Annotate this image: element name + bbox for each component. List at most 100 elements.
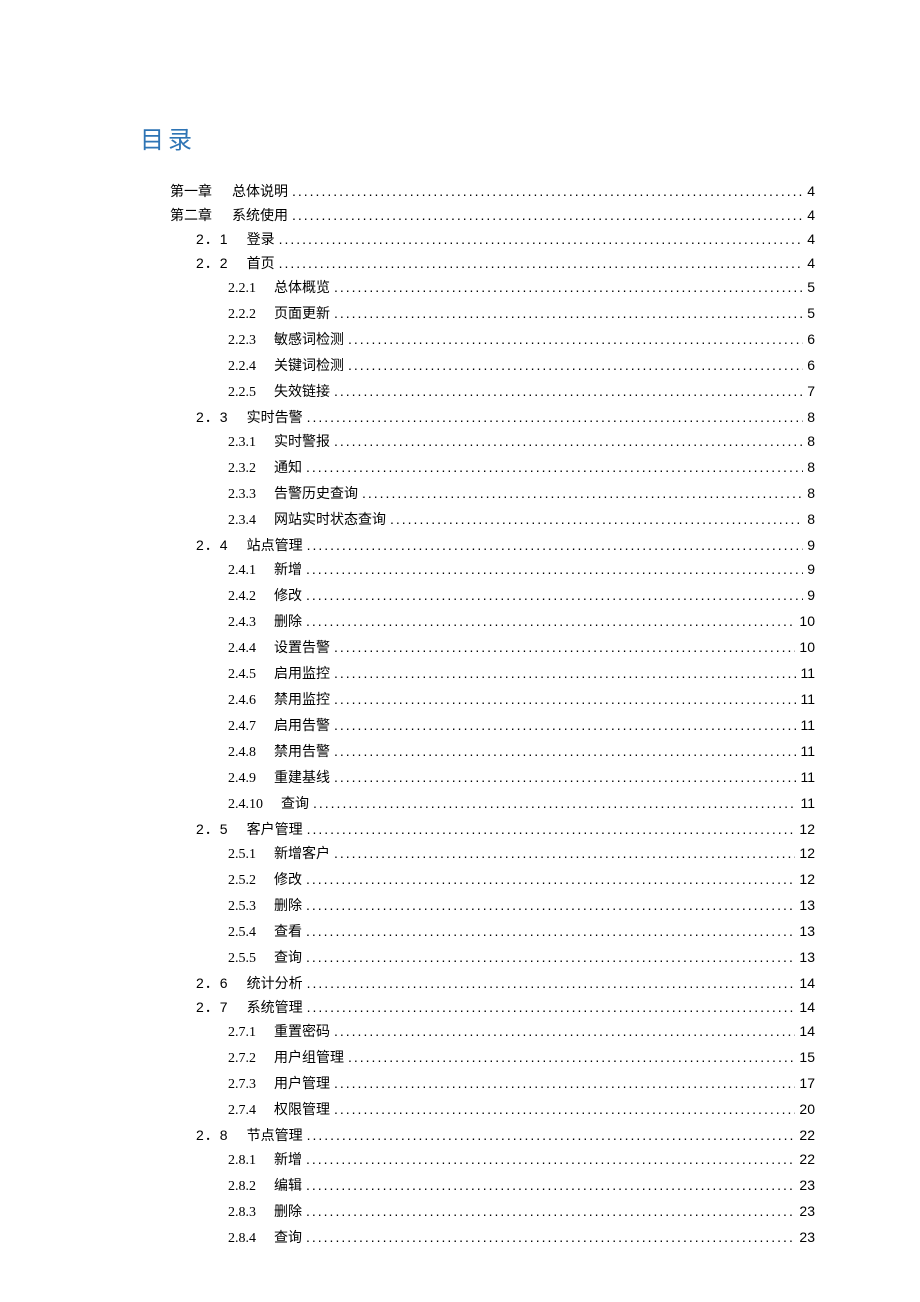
toc-entry-title: 删除 (268, 1199, 306, 1223)
toc-entry-number: 2.5.2 (228, 869, 268, 893)
toc-entry-number: 2.2.4 (228, 355, 268, 379)
toc-leader-dots: ........................................… (306, 609, 795, 633)
toc-entry-title: 实时告警 (241, 405, 307, 429)
toc-entry[interactable]: 2.8.4查询.................................… (228, 1225, 815, 1251)
toc-entry[interactable]: 2.8.3删除.................................… (228, 1199, 815, 1225)
toc-leader-dots: ........................................… (334, 661, 796, 685)
toc-entry[interactable]: 2.2.5失效链接...............................… (228, 379, 815, 405)
toc-entry[interactable]: 2．4站点管理.................................… (196, 533, 815, 557)
toc-entry-number: 2.5.3 (228, 895, 268, 919)
page-content: 目录 第一章总体说明..............................… (0, 0, 920, 1251)
toc-entry-page: 8 (803, 405, 815, 429)
toc-entry[interactable]: 2.2.3敏感词检测..............................… (228, 327, 815, 353)
toc-entry-page: 8 (803, 481, 815, 505)
toc-entry-title: 删除 (268, 893, 306, 917)
toc-entry[interactable]: 2．6统计分析.................................… (196, 971, 815, 995)
toc-entry[interactable]: 2．5客户管理.................................… (196, 817, 815, 841)
toc-entry-page: 11 (796, 713, 815, 737)
toc-entry[interactable]: 2.5.2修改.................................… (228, 867, 815, 893)
toc-entry-title: 新增 (268, 1147, 306, 1171)
toc-leader-dots: ........................................… (334, 765, 796, 789)
toc-entry-page: 13 (795, 893, 815, 917)
toc-entry[interactable]: 2.4.9重建基线...............................… (228, 765, 815, 791)
toc-leader-dots: ........................................… (334, 1071, 795, 1095)
toc-entry-page: 20 (795, 1097, 815, 1121)
toc-entry-number: 2.3.2 (228, 457, 268, 481)
toc-entry[interactable]: 2.2.1总体概览...............................… (228, 275, 815, 301)
toc-entry-page: 4 (803, 179, 815, 203)
toc-entry-title: 告警历史查询 (268, 481, 362, 505)
toc-entry[interactable]: 2.4.6禁用监控...............................… (228, 687, 815, 713)
toc-entry-number: 2.4.7 (228, 715, 268, 739)
toc-entry-title: 页面更新 (268, 301, 334, 325)
toc-entry[interactable]: 2.2.2页面更新...............................… (228, 301, 815, 327)
toc-leader-dots: ........................................… (306, 1147, 795, 1171)
toc-entry[interactable]: 2.3.2通知.................................… (228, 455, 815, 481)
toc-entry[interactable]: 2．8节点管理.................................… (196, 1123, 815, 1147)
toc-leader-dots: ........................................… (334, 635, 795, 659)
toc-entry[interactable]: 2.4.1新增.................................… (228, 557, 815, 583)
toc-entry-title: 编辑 (268, 1173, 306, 1197)
toc-entry-title: 设置告警 (268, 635, 334, 659)
toc-entry-page: 8 (803, 429, 815, 453)
toc-entry-title: 用户组管理 (268, 1045, 348, 1069)
toc-entry[interactable]: 2.4.8禁用告警...............................… (228, 739, 815, 765)
toc-entry-title: 站点管理 (241, 533, 307, 557)
toc-entry-page: 12 (795, 867, 815, 891)
toc-entry-title: 重建基线 (268, 765, 334, 789)
toc-entry-page: 8 (803, 507, 815, 531)
toc-entry-title: 新增客户 (268, 841, 334, 865)
toc-entry[interactable]: 2．2首页...................................… (196, 251, 815, 275)
toc-entry-title: 统计分析 (241, 971, 307, 995)
toc-entry[interactable]: 2.4.5启用监控...............................… (228, 661, 815, 687)
toc-entry[interactable]: 2．3实时告警.................................… (196, 405, 815, 429)
toc-entry[interactable]: 第一章总体说明.................................… (170, 179, 815, 203)
toc-leader-dots: ........................................… (292, 179, 803, 203)
toc-entry-number: 2.2.2 (228, 303, 268, 327)
toc-entry-page: 4 (803, 227, 815, 251)
toc-leader-dots: ........................................… (362, 481, 803, 505)
toc-leader-dots: ........................................… (348, 327, 803, 351)
toc-entry-page: 14 (795, 971, 815, 995)
toc-entry[interactable]: 2.4.7启用告警...............................… (228, 713, 815, 739)
toc-entry-title: 总体概览 (268, 275, 334, 299)
toc-entry[interactable]: 2.5.5查询.................................… (228, 945, 815, 971)
toc-entry[interactable]: 2.5.3删除.................................… (228, 893, 815, 919)
toc-entry[interactable]: 2.4.3删除.................................… (228, 609, 815, 635)
toc-entry-page: 9 (803, 533, 815, 557)
toc-entry-title: 失效链接 (268, 379, 334, 403)
toc-entry-title: 修改 (268, 583, 306, 607)
toc-leader-dots: ........................................… (334, 713, 796, 737)
toc-entry[interactable]: 2.8.1新增.................................… (228, 1147, 815, 1173)
toc-entry[interactable]: 2.5.4查看.................................… (228, 919, 815, 945)
toc-entry[interactable]: 2.7.2用户组管理..............................… (228, 1045, 815, 1071)
toc-entry[interactable]: 第二章系统使用.................................… (170, 203, 815, 227)
toc-entry[interactable]: 2．7系统管理.................................… (196, 995, 815, 1019)
toc-entry[interactable]: 2.2.4关键词检测..............................… (228, 353, 815, 379)
toc-entry-page: 23 (795, 1173, 815, 1197)
toc-entry-number: 2.4.1 (228, 559, 268, 583)
toc-entry[interactable]: 2.4.10查询................................… (228, 791, 815, 817)
toc-leader-dots: ........................................… (306, 945, 795, 969)
toc-entry[interactable]: 2.4.2修改.................................… (228, 583, 815, 609)
toc-leader-dots: ........................................… (306, 455, 803, 479)
toc-leader-dots: ........................................… (334, 841, 795, 865)
toc-leader-dots: ........................................… (390, 507, 803, 531)
toc-entry-title: 新增 (268, 557, 306, 581)
toc-entry-page: 12 (795, 841, 815, 865)
toc-entry-title: 修改 (268, 867, 306, 891)
toc-entry[interactable]: 2.7.1重置密码...............................… (228, 1019, 815, 1045)
toc-entry[interactable]: 2.4.4设置告警...............................… (228, 635, 815, 661)
toc-entry[interactable]: 2.7.3用户管理...............................… (228, 1071, 815, 1097)
toc-entry[interactable]: 2.8.2编辑.................................… (228, 1173, 815, 1199)
toc-entry[interactable]: 2．1登录...................................… (196, 227, 815, 251)
toc-entry[interactable]: 2.3.4网站实时状态查询...........................… (228, 507, 815, 533)
toc-entry[interactable]: 2.5.1新增客户...............................… (228, 841, 815, 867)
toc-entry-title: 系统管理 (241, 995, 307, 1019)
toc-entry-page: 14 (795, 995, 815, 1019)
toc-leader-dots: ........................................… (307, 817, 796, 841)
toc-entry[interactable]: 2.7.4权限管理...............................… (228, 1097, 815, 1123)
toc-entry-title: 总体说明 (224, 179, 292, 203)
toc-entry[interactable]: 2.3.1实时警报...............................… (228, 429, 815, 455)
toc-entry[interactable]: 2.3.3告警历史查询.............................… (228, 481, 815, 507)
